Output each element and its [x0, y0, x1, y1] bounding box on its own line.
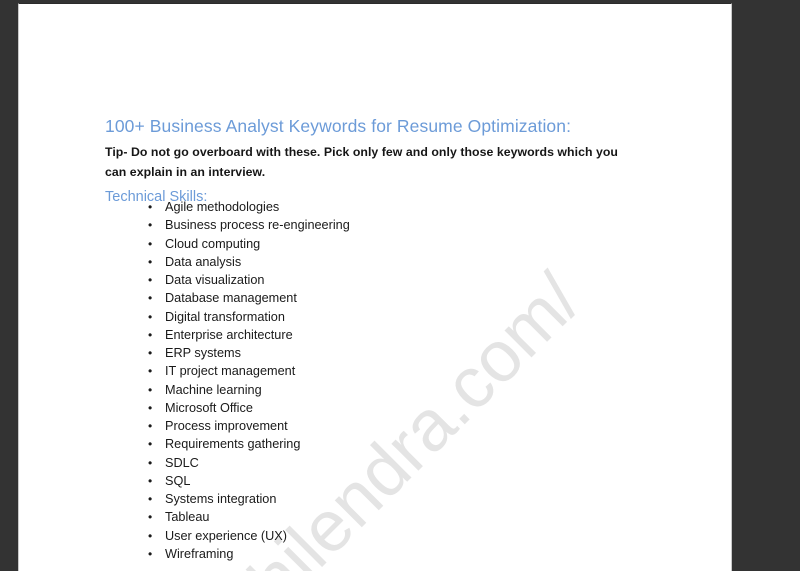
- bullet-icon: •: [148, 291, 153, 306]
- bullet-icon: •: [148, 473, 153, 488]
- list-item: • ERP systems: [105, 344, 535, 362]
- bullet-icon: •: [148, 492, 153, 506]
- list-item-label: Cloud computing: [165, 236, 261, 251]
- list-item-label: Tableau: [165, 510, 210, 525]
- list-item-label: IT project management: [165, 364, 296, 379]
- list-item: • Data visualization: [105, 271, 535, 289]
- list-item-label: SDLC: [165, 455, 199, 470]
- list-item-label: Process improvement: [165, 419, 288, 433]
- list-item-label: Database management: [165, 291, 297, 306]
- list-item: • SQL: [105, 472, 535, 490]
- list-item-label: ERP systems: [165, 346, 241, 360]
- document-page: hilendra.com/ 100+ Business Analyst Keyw…: [18, 3, 732, 571]
- list-item: • Machine learning: [105, 381, 535, 399]
- list-item: • Microsoft Office: [105, 399, 535, 417]
- tip-paragraph: Tip- Do not go overboard with these. Pic…: [105, 145, 618, 180]
- list-item-label: Machine learning: [165, 382, 262, 397]
- page-title: 100+ Business Analyst Keywords for Resum…: [105, 115, 572, 136]
- list-item: • Tableau: [105, 508, 535, 526]
- bullet-icon: •: [148, 327, 153, 342]
- list-item: • Enterprise architecture: [105, 326, 535, 344]
- list-item-label: Wireframing: [165, 546, 234, 561]
- list-item-label: Data analysis: [165, 254, 242, 269]
- bullet-icon: •: [148, 528, 153, 543]
- bullet-icon: •: [148, 236, 153, 251]
- list-item: • SDLC: [105, 454, 535, 472]
- bullet-icon: •: [148, 273, 153, 287]
- list-item: • User experience (UX): [105, 527, 535, 545]
- bullet-icon: •: [148, 455, 153, 470]
- list-item-label: Enterprise architecture: [165, 327, 293, 342]
- list-item: • Requirements gathering: [105, 435, 535, 453]
- document-viewer: hilendra.com/ 100+ Business Analyst Keyw…: [0, 0, 800, 571]
- list-item-label: Agile methodologies: [165, 200, 280, 214]
- bullet-icon: •: [148, 546, 153, 561]
- list-item: • Process improvement: [105, 417, 535, 435]
- bullet-icon: •: [148, 364, 153, 379]
- list-item-label: SQL: [165, 473, 191, 488]
- bullet-icon: •: [148, 382, 153, 397]
- list-item-label: Business process re-engineering: [165, 218, 350, 233]
- bullet-icon: •: [148, 309, 153, 324]
- list-item: • Data analysis: [105, 253, 535, 271]
- bullet-icon: •: [148, 419, 153, 433]
- bullet-icon: •: [148, 400, 153, 415]
- list-item: • Wireframing: [105, 545, 535, 563]
- list-item-label: Requirements gathering: [165, 437, 301, 452]
- bullet-icon: •: [148, 200, 153, 214]
- bullet-icon: •: [148, 437, 153, 452]
- list-item: • Cloud computing: [105, 235, 535, 253]
- list-item-label: Microsoft Office: [165, 400, 253, 415]
- list-item-label: Systems integration: [165, 492, 277, 506]
- list-item-label: User experience (UX): [165, 528, 287, 543]
- list-item: • Systems integration: [105, 490, 535, 508]
- list-item: • Agile methodologies: [105, 198, 535, 216]
- list-item: • Business process re-engineering: [105, 216, 535, 234]
- bullet-icon: •: [148, 510, 153, 525]
- list-item-label: Digital transformation: [165, 309, 285, 324]
- list-item: • IT project management: [105, 362, 535, 380]
- list-item: • Database management: [105, 289, 535, 307]
- list-item-label: Data visualization: [165, 273, 265, 287]
- list-item: • Digital transformation: [105, 308, 535, 326]
- bullet-icon: •: [148, 254, 153, 269]
- bullet-icon: •: [148, 346, 153, 360]
- bullet-icon: •: [148, 218, 153, 233]
- technical-skills-list: • Agile methodologies • Business process re…: [105, 198, 535, 563]
